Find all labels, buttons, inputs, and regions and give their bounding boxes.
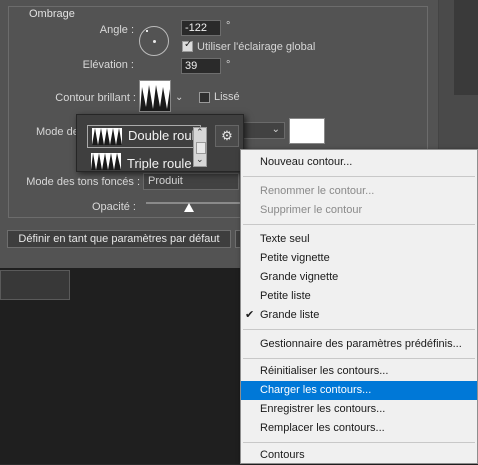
right-preview-area — [454, 0, 478, 95]
menu-item-delete-contour: Supprimer le contour — [260, 204, 363, 216]
elevation-label: Elévation : — [82, 59, 134, 71]
scroll-thumb[interactable] — [196, 142, 206, 154]
angle-unit: ° — [226, 20, 231, 32]
gloss-contour-label: Contour brillant : — [55, 92, 136, 104]
chevron-down-icon: ⌄ — [271, 124, 280, 135]
menu-item-contours[interactable]: Contours — [241, 446, 477, 465]
menu-item-replace-contours[interactable]: Remplacer les contours... — [241, 419, 477, 438]
set-default-button[interactable]: Définir en tant que paramètres par défau… — [7, 230, 231, 248]
menu-item-text-only[interactable]: Texte seul — [241, 230, 477, 249]
menu-item-small-list[interactable]: Petite liste — [241, 287, 477, 306]
menu-item-load-contours[interactable]: Charger les contours... — [241, 381, 477, 400]
angle-dial-center — [153, 40, 156, 43]
workspace-panel — [0, 270, 70, 300]
contour-context-menu: Nouveau contour... Renommer le contour..… — [240, 149, 478, 464]
smooth-checkbox[interactable] — [199, 92, 210, 103]
menu-separator — [243, 329, 475, 330]
contour-curve-icon — [140, 85, 170, 111]
menu-separator — [243, 176, 475, 177]
contour-picker-popup: Double roul Triple roule ⌃ ⌄ ⚙ — [76, 114, 244, 172]
highlight-color-swatch[interactable] — [289, 118, 325, 144]
menu-separator — [243, 224, 475, 225]
smooth-label: Lissé — [214, 91, 240, 103]
angle-dial[interactable] — [139, 26, 169, 56]
contour-thumb-icon — [91, 153, 121, 170]
shadow-mode-label: Mode des tons foncés : — [26, 176, 140, 188]
scroll-up-icon[interactable]: ⌃ — [196, 127, 204, 138]
contour-item[interactable]: Triple roule — [87, 151, 201, 170]
angle-dial-marker — [146, 30, 148, 32]
menu-separator — [243, 442, 475, 443]
menu-item-large-list[interactable]: ✔ Grande liste — [241, 306, 477, 325]
contour-scrollbar[interactable]: ⌃ ⌄ — [193, 127, 207, 167]
global-light-checkbox[interactable]: ✓ — [182, 39, 193, 52]
checkmark-icon: ✔ — [245, 309, 255, 321]
menu-item-reset-contours[interactable]: Réinitialiser les contours... — [241, 362, 477, 381]
highlight-mode-select[interactable]: ⌄ — [243, 122, 285, 139]
menu-separator — [243, 358, 475, 359]
opacity-label: Opacité : — [91, 201, 136, 213]
chevron-down-icon[interactable]: ⌄ — [175, 92, 183, 103]
contour-item-selected[interactable]: Double roul — [87, 125, 201, 148]
highlight-mode-label: Mode de — [36, 126, 79, 138]
gear-icon[interactable]: ⚙ — [215, 125, 239, 147]
menu-item-large-thumbnail[interactable]: Grande vignette — [241, 268, 477, 287]
elevation-unit: ° — [226, 59, 231, 71]
contour-thumb-icon — [92, 128, 122, 145]
global-light-label: Utiliser l'éclairage global — [197, 41, 316, 53]
check-icon: ✓ — [184, 39, 193, 50]
scroll-down-icon[interactable]: ⌄ — [196, 154, 204, 165]
menu-item-preset-manager[interactable]: Gestionnaire des paramètres prédéfinis..… — [241, 335, 477, 354]
gloss-contour-thumbnail[interactable] — [139, 80, 171, 112]
elevation-input[interactable] — [181, 58, 221, 74]
contour-item-label: Double roul — [128, 128, 195, 143]
opacity-slider-thumb[interactable] — [184, 203, 195, 212]
contour-item-label: Triple roule — [127, 156, 192, 170]
angle-label: Angle : — [99, 24, 134, 36]
section-title: Ombrage — [25, 8, 79, 20]
shadow-mode-select[interactable]: Produit — [143, 173, 239, 190]
menu-item-rename-contour: Renommer le contour... — [260, 185, 375, 197]
angle-input[interactable] — [181, 20, 221, 36]
menu-item-new-contour[interactable]: Nouveau contour... — [241, 153, 477, 172]
menu-item-label: Grande liste — [260, 309, 320, 321]
shadow-mode-value: Produit — [148, 175, 183, 187]
menu-item-small-thumbnail[interactable]: Petite vignette — [241, 249, 477, 268]
menu-item-save-contours[interactable]: Enregistrer les contours... — [241, 400, 477, 419]
